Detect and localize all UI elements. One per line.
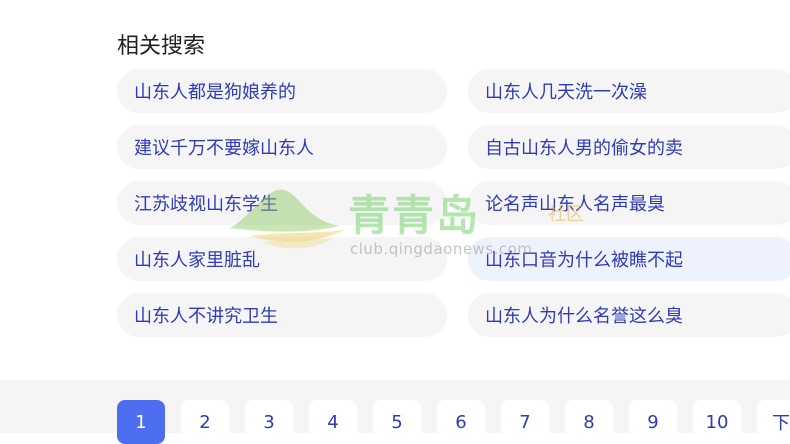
related-search-item[interactable]: 江苏歧视山东学生 [117,181,447,225]
pagination-bar: 1 2 3 4 5 6 7 8 9 10 下 [0,380,790,444]
related-searches-title: 相关搜索 [117,34,206,59]
page-button[interactable]: 6 [437,400,485,444]
page-button[interactable]: 5 [373,400,421,444]
related-search-label: 山东人几天洗一次澡 [485,82,647,103]
related-search-item[interactable]: 山东人为什么名誉这么臭 [468,293,790,337]
related-search-label: 山东口音为什么被瞧不起 [485,250,683,271]
related-search-label: 江苏歧视山东学生 [134,194,278,215]
related-search-item[interactable]: 建议千万不要嫁山东人 [117,125,447,169]
related-search-label: 自古山东人男的偷女的卖 [485,138,683,159]
related-search-item[interactable]: 论名声山东人名声最臭 [468,181,790,225]
related-search-item[interactable]: 山东人几天洗一次澡 [468,69,790,113]
related-search-item[interactable]: 自古山东人男的偷女的卖 [468,125,790,169]
related-search-label: 建议千万不要嫁山东人 [134,138,314,159]
page-button[interactable]: 7 [501,400,549,444]
related-searches-grid: 山东人都是狗娘养的 山东人几天洗一次澡 建议千万不要嫁山东人 自古山东人男的偷女… [117,69,790,337]
related-search-item[interactable]: 山东人都是狗娘养的 [117,69,447,113]
next-page-button[interactable]: 下 [757,400,790,444]
page-button[interactable]: 2 [181,400,229,444]
related-search-item[interactable]: 山东人不讲究卫生 [117,293,447,337]
related-search-label: 论名声山东人名声最臭 [485,194,665,215]
page-button[interactable]: 8 [565,400,613,444]
related-search-item[interactable]: 山东人家里脏乱 [117,237,447,281]
page-button[interactable]: 9 [629,400,677,444]
related-search-label: 山东人都是狗娘养的 [134,82,296,103]
page-button[interactable]: 4 [309,400,357,444]
related-search-label: 山东人家里脏乱 [134,250,260,271]
page-button-current[interactable]: 1 [117,400,165,444]
page-button[interactable]: 10 [693,400,741,444]
related-search-label: 山东人不讲究卫生 [134,306,278,327]
related-search-item[interactable]: 山东口音为什么被瞧不起 [468,237,790,281]
related-search-label: 山东人为什么名誉这么臭 [485,306,683,327]
pagination: 1 2 3 4 5 6 7 8 9 10 下 [117,400,790,444]
page-button[interactable]: 3 [245,400,293,444]
